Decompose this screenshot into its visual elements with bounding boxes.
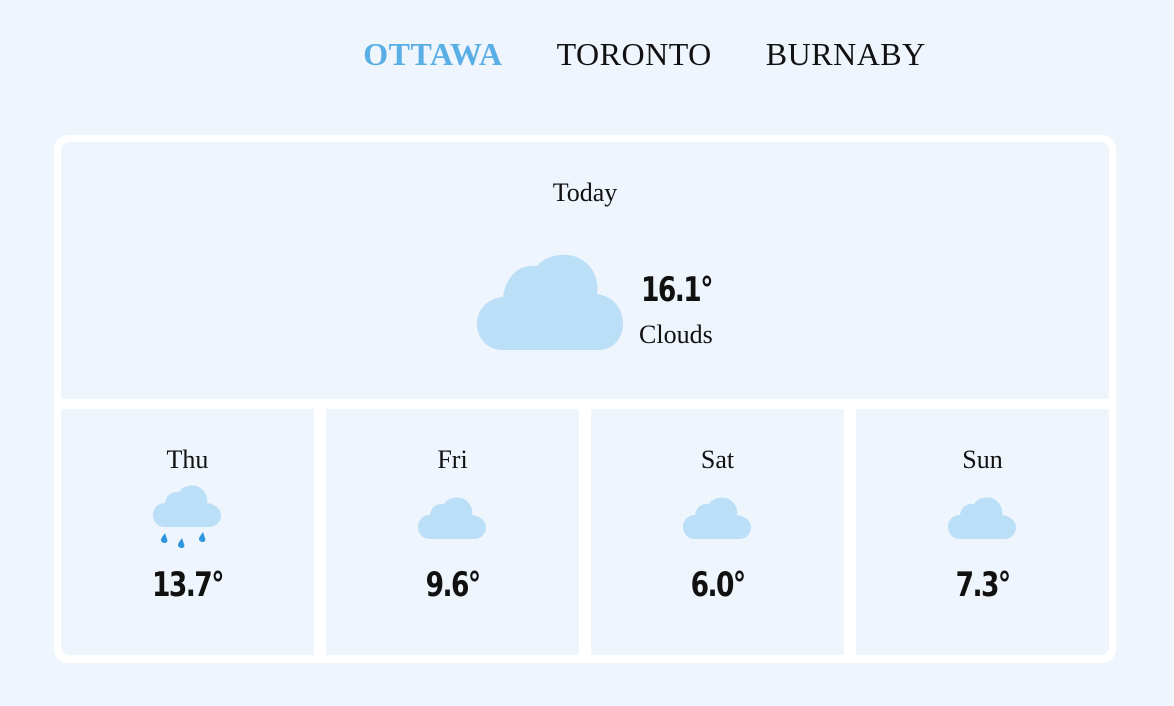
city-nav: OTTAWA TORONTO BURNABY: [0, 34, 1174, 74]
today-description: Clouds: [639, 320, 713, 349]
weather-card: Today 16.1° Clouds Thu 13.7° Fri 9.6° Sa: [54, 135, 1116, 663]
day-name: Thu: [166, 445, 209, 474]
day-name: Fri: [437, 445, 468, 474]
cloud-icon: [947, 497, 1016, 539]
day-temperature: 7.3°: [955, 565, 1011, 605]
forecast-row: Thu 13.7° Fri 9.6° Sat 6.0° Sun 7.3°: [61, 409, 1109, 655]
day-temperature: 13.7°: [152, 565, 224, 605]
nav-city-ottawa[interactable]: OTTAWA: [363, 34, 502, 74]
today-label: Today: [552, 178, 618, 207]
day-name: Sun: [962, 445, 1003, 474]
day-temperature: 6.0°: [690, 565, 746, 605]
forecast-day-sun: Sun 7.3°: [856, 409, 1109, 655]
forecast-day-thu: Thu 13.7°: [61, 409, 314, 655]
nav-city-burnaby[interactable]: BURNABY: [766, 34, 926, 74]
today-temperature: 16.1°: [641, 270, 713, 310]
cloud-icon: [477, 254, 623, 350]
forecast-day-sat: Sat 6.0°: [591, 409, 844, 655]
day-temperature: 9.6°: [425, 565, 481, 605]
day-name: Sat: [700, 445, 735, 474]
cloud-icon: [682, 497, 751, 539]
forecast-day-fri: Fri 9.6°: [326, 409, 579, 655]
nav-city-toronto[interactable]: TORONTO: [557, 34, 712, 74]
cloud-icon: [417, 497, 486, 539]
rain-cloud-icon: [152, 485, 221, 548]
today-panel: Today 16.1° Clouds: [61, 142, 1109, 399]
